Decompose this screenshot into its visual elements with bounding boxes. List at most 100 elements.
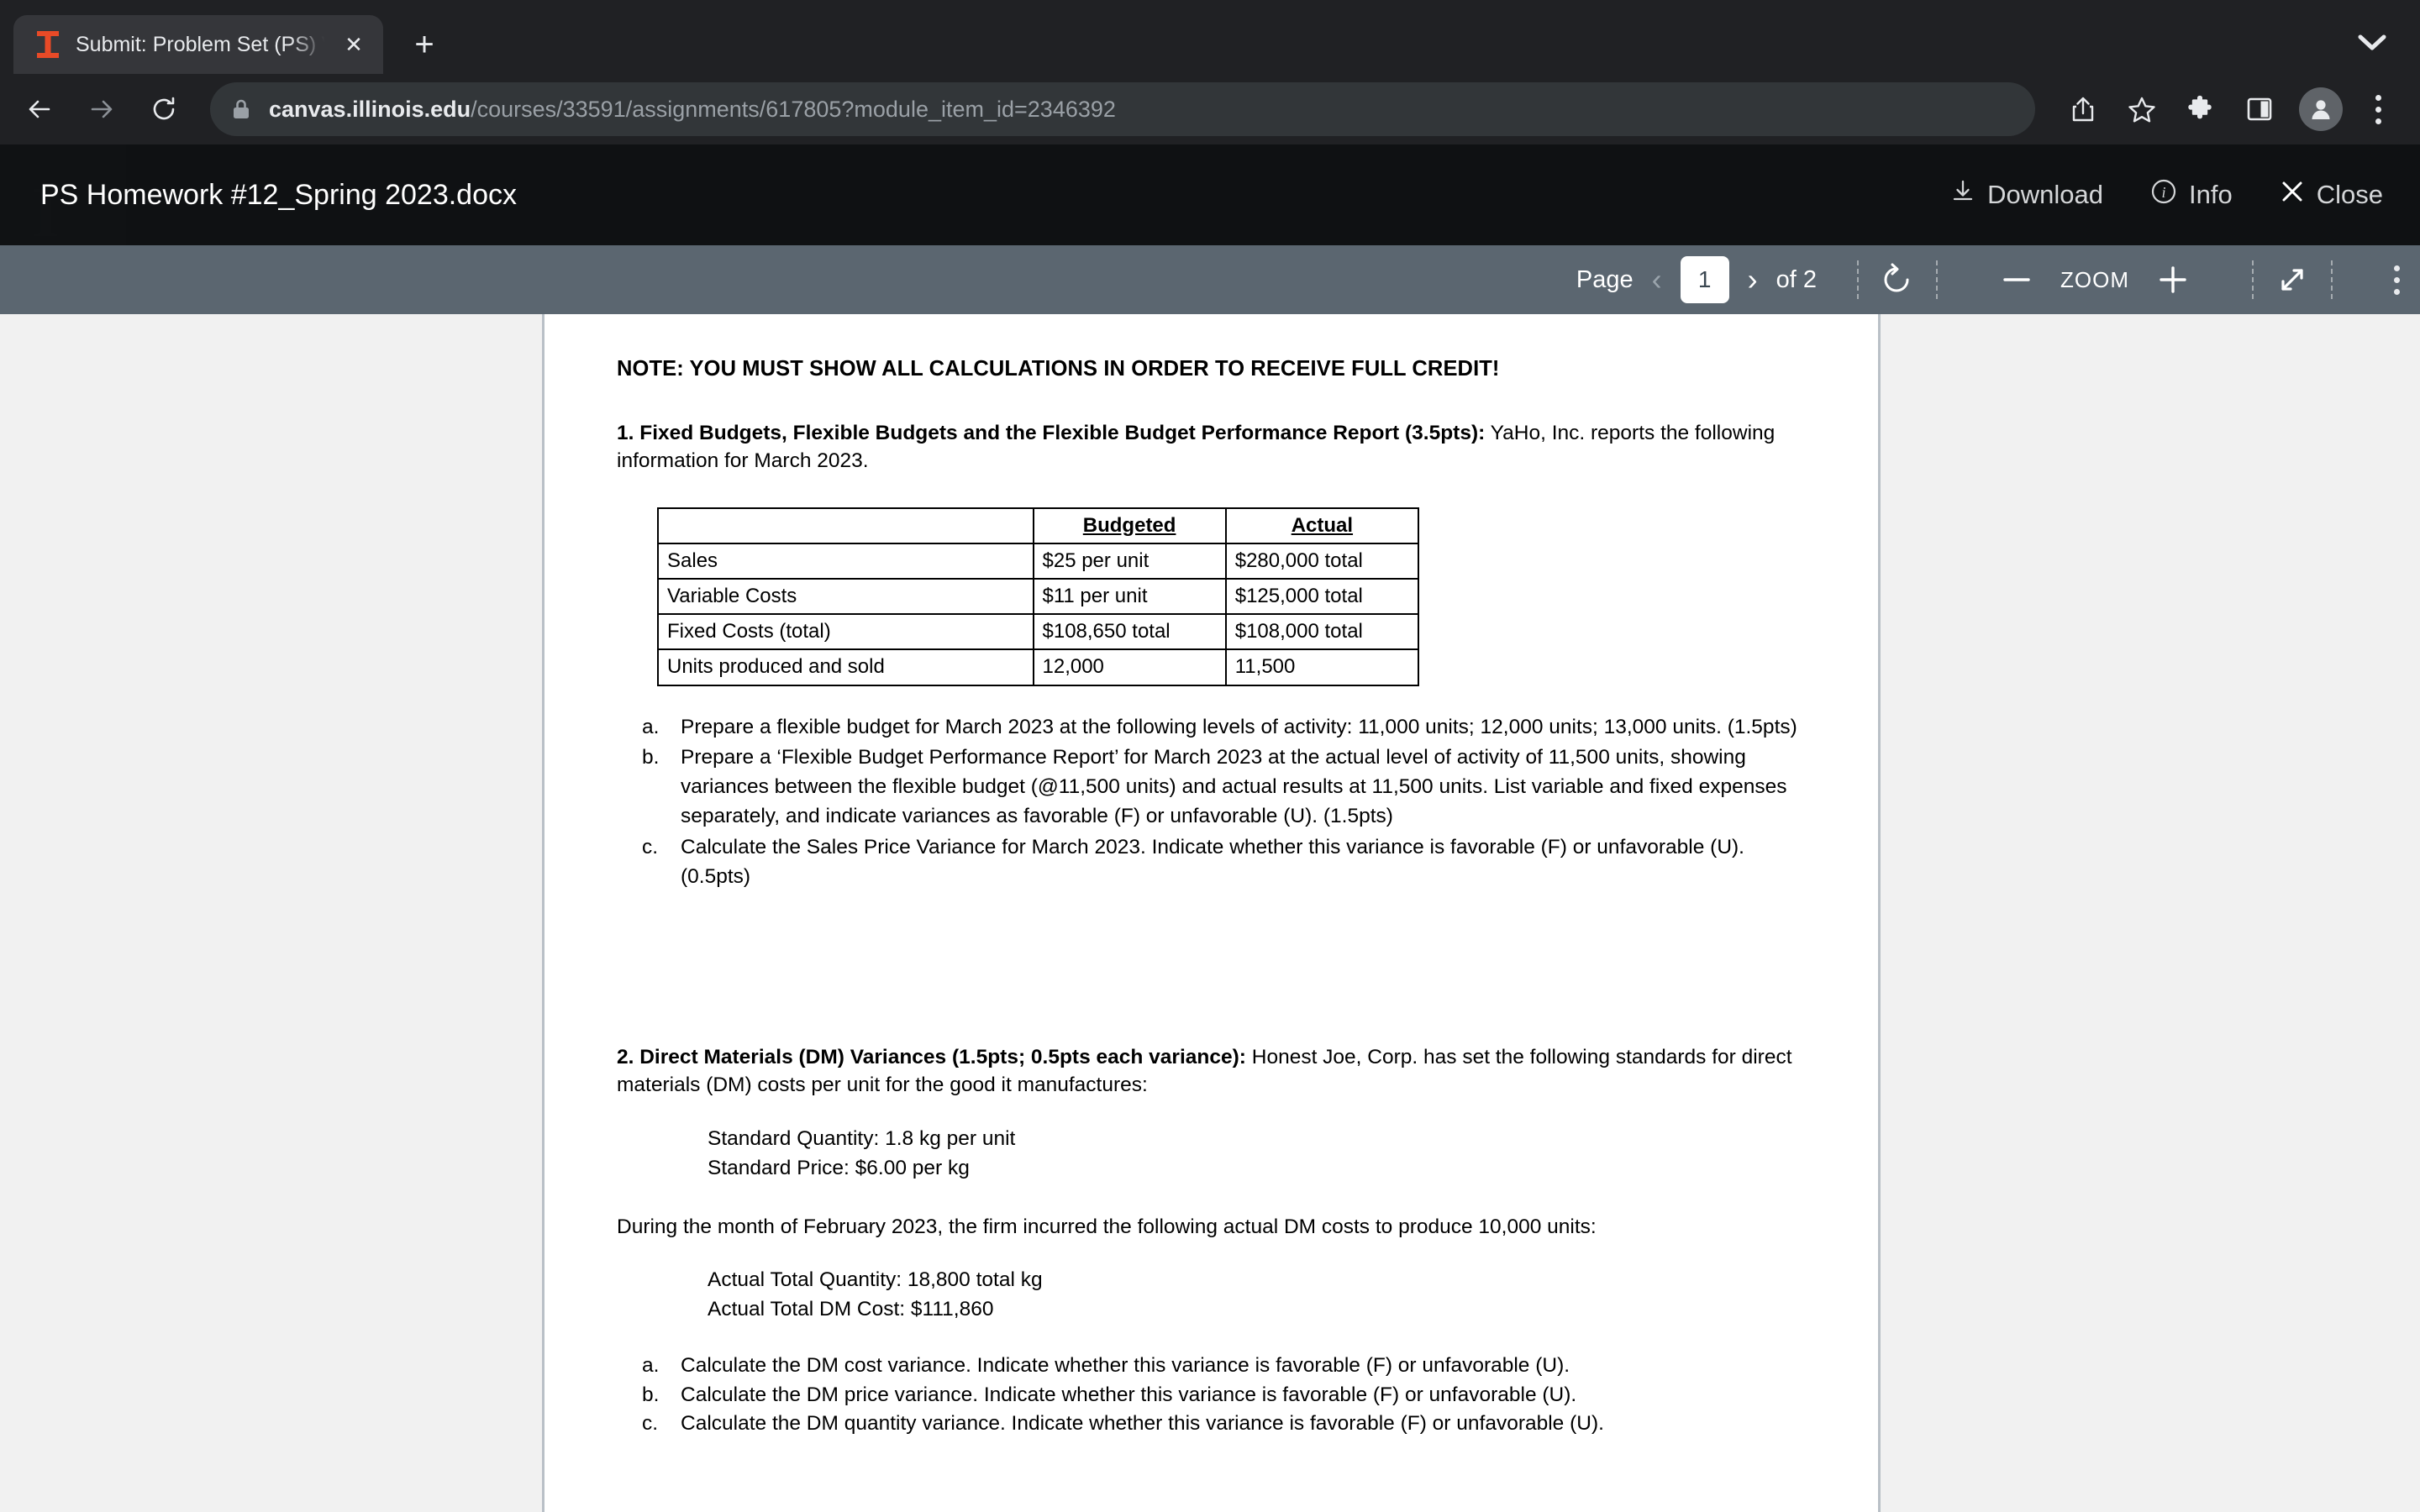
list-marker: b. — [642, 746, 660, 769]
fullscreen-button[interactable] — [2254, 245, 2331, 314]
column-header-blank — [657, 507, 1034, 544]
actual-total-cost: Actual Total DM Cost: $111,860 — [708, 1298, 994, 1321]
standard-quantity: Standard Quantity: 1.8 kg per unit — [708, 1126, 1016, 1150]
close-button[interactable]: Close — [2280, 179, 2383, 211]
bookmark-star-icon[interactable] — [2114, 81, 2170, 137]
zoom-label: ZOOM — [2060, 266, 2129, 292]
question-2-title: 2. Direct Materials (DM) Variances (1.5p… — [617, 1046, 1246, 1069]
table-row: Units produced and sold 12,000 11,500 — [657, 648, 1420, 686]
profile-avatar-icon[interactable] — [2299, 87, 2343, 131]
cell-actual: 11,500 — [1224, 648, 1420, 686]
question-2-heading: 2. Direct Materials (DM) Variances (1.5p… — [617, 1044, 1806, 1100]
info-button[interactable]: i Info — [2150, 178, 2233, 212]
cell-budgeted: 12,000 — [1032, 648, 1227, 686]
list-item: c. Calculate the Sales Price Variance fo… — [617, 833, 1806, 892]
dot — [2393, 276, 2400, 283]
close-icon[interactable]: ✕ — [339, 30, 368, 59]
dot — [2393, 265, 2400, 271]
dot — [2375, 106, 2381, 113]
url-text: canvas.illinois.edu/courses/33591/assign… — [269, 97, 1116, 123]
column-header-actual: Actual — [1224, 507, 1420, 544]
address-bar[interactable]: canvas.illinois.edu/courses/33591/assign… — [210, 82, 2035, 136]
viewer-more-menu-icon[interactable] — [2373, 252, 2420, 307]
chevron-down-icon[interactable] — [2353, 24, 2391, 62]
document-note: NOTE: YOU MUST SHOW ALL CALCULATIONS IN … — [617, 357, 1500, 381]
dot — [2375, 94, 2381, 101]
question-2-subitems: a. Calculate the DM cost variance. Indic… — [617, 1352, 1806, 1439]
actual-costs-intro: During the month of February 2023, the f… — [617, 1215, 1597, 1238]
share-icon[interactable] — [2055, 81, 2111, 137]
cell-actual: $108,000 total — [1224, 613, 1420, 651]
column-header-actual-text: Actual — [1291, 513, 1354, 537]
page-total-label: of 2 — [1776, 265, 1817, 293]
reload-button[interactable] — [136, 81, 192, 137]
info-label: Info — [2189, 180, 2233, 209]
list-item: b. Prepare a ‘Flexible Budget Performanc… — [617, 743, 1806, 831]
table-row: Sales $25 per unit $280,000 total — [657, 542, 1420, 580]
cell-label: Sales — [657, 542, 1034, 580]
info-circle-icon: i — [2150, 178, 2177, 212]
prev-page-button[interactable]: ‹ — [1634, 265, 1681, 295]
list-item: a. Calculate the DM cost variance. Indic… — [617, 1352, 1806, 1381]
list-marker: a. — [642, 1353, 660, 1377]
list-item-text: Prepare a flexible budget for March 2023… — [681, 715, 1797, 738]
document-filename: PS Homework #12_Spring 2023.docx — [40, 178, 517, 211]
zoom-out-button[interactable] — [1978, 245, 2055, 314]
zoom-in-button[interactable] — [2134, 245, 2212, 314]
close-x-icon — [2280, 179, 2305, 211]
toolbar-divider — [2331, 260, 2333, 299]
browser-toolbar: canvas.illinois.edu/courses/33591/assign… — [0, 74, 2420, 144]
download-icon — [1950, 179, 1975, 211]
cell-label: Fixed Costs (total) — [657, 613, 1034, 651]
cell-budgeted: $11 per unit — [1032, 578, 1227, 616]
question-1-subitems: a. Prepare a flexible budget for March 2… — [617, 713, 1806, 892]
column-header-budgeted: Budgeted — [1032, 507, 1227, 544]
download-button[interactable]: Download — [1950, 179, 2103, 211]
table-row: Fixed Costs (total) $108,650 total $108,… — [657, 613, 1420, 651]
document-header-actions: Download i Info Close — [1950, 178, 2383, 212]
dot — [2375, 118, 2381, 124]
document-preview-header: PS Homework #12_Spring 2023.docx Downloa… — [0, 144, 2420, 245]
next-page-button[interactable]: › — [1729, 265, 1776, 295]
cell-budgeted: $108,650 total — [1032, 613, 1227, 651]
cell-label: Variable Costs — [657, 578, 1034, 616]
lock-icon — [232, 98, 250, 120]
close-label: Close — [2316, 180, 2383, 209]
table-header-row: Budgeted Actual — [657, 507, 1420, 544]
cell-actual: $280,000 total — [1224, 542, 1420, 580]
page-label: Page — [1576, 265, 1634, 293]
list-marker: b. — [642, 1383, 660, 1406]
cell-label: Units produced and sold — [657, 648, 1034, 686]
dot — [2393, 288, 2400, 295]
question-1-heading: 1. Fixed Budgets, Flexible Budgets and t… — [617, 420, 1806, 475]
back-button[interactable] — [12, 81, 67, 137]
document-page-1: NOTE: YOU MUST SHOW ALL CALCULATIONS IN … — [542, 314, 1881, 1512]
actuals-block: Actual Total Quantity: 18,800 total kg A… — [708, 1266, 1806, 1325]
cell-actual: $125,000 total — [1224, 578, 1420, 616]
browser-tab-strip: Submit: Problem Set (PS) Week... ✕ + — [0, 0, 2420, 74]
page-nav-group: Page ‹ 1 › of 2 — [1576, 245, 1817, 314]
toolbar-icon-group — [2055, 81, 2402, 137]
illinois-block-i-icon — [35, 30, 60, 59]
more-menu-icon[interactable] — [2354, 81, 2402, 137]
list-item-text: Calculate the DM price variance. Indicat… — [681, 1383, 1577, 1406]
new-tab-button[interactable]: + — [398, 18, 450, 71]
side-panel-icon[interactable] — [2232, 81, 2287, 137]
page-number-input[interactable]: 1 — [1680, 256, 1729, 303]
actual-total-quantity: Actual Total Quantity: 18,800 total kg — [708, 1268, 1043, 1292]
budget-table-body: Sales $25 per unit $280,000 total Variab… — [657, 542, 1420, 686]
url-path: /courses/33591/assignments/617805?module… — [471, 96, 1116, 122]
budget-table: Budgeted Actual Sales $25 per unit $280,… — [657, 507, 1420, 686]
list-item: b. Calculate the DM price variance. Indi… — [617, 1381, 1806, 1410]
extensions-puzzle-icon[interactable] — [2173, 81, 2228, 137]
standards-block: Standard Quantity: 1.8 kg per unit Stand… — [708, 1125, 1806, 1184]
standard-price: Standard Price: $6.00 per kg — [708, 1156, 970, 1179]
toolbar-divider — [1936, 260, 1938, 299]
page-viewport: I ...045›Assignments›Submit: Problem Set… — [0, 144, 2420, 1512]
list-marker: a. — [642, 715, 660, 738]
download-label: Download — [1987, 180, 2104, 209]
browser-tab-active[interactable]: Submit: Problem Set (PS) Week... ✕ — [13, 15, 383, 74]
list-item-text: Calculate the DM cost variance. Indicate… — [681, 1353, 1570, 1377]
rotate-button[interactable] — [1859, 245, 1936, 314]
forward-button[interactable] — [74, 81, 129, 137]
